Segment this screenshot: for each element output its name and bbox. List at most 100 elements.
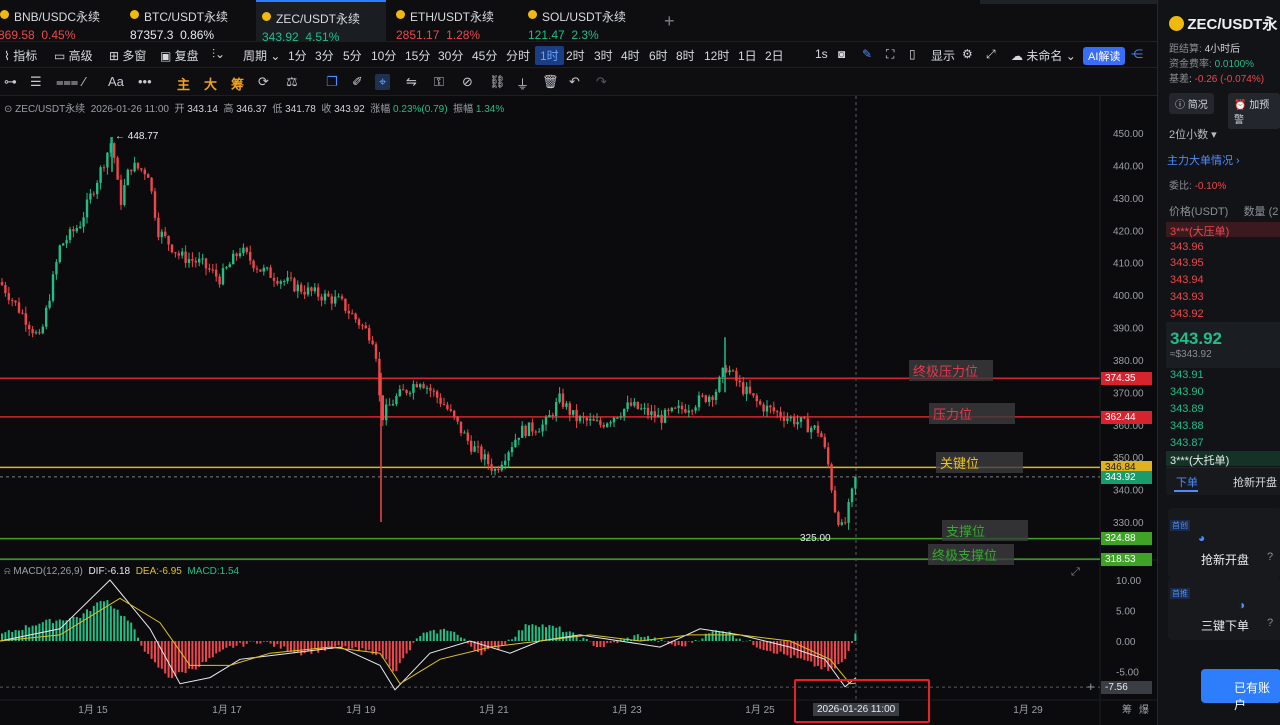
x-axis-label: 1月 17 [212,704,242,716]
interval-8h[interactable]: 8时 [676,47,695,64]
ask-row[interactable]: 343.93 [1170,291,1204,303]
big-orders-link[interactable]: 主力大单情况 › [1167,152,1240,168]
ruler-icon[interactable]: ✐ [352,74,363,90]
bid-row[interactable]: 343.87 [1170,437,1204,449]
interval-12h[interactable]: 12时 [704,47,729,64]
card-label: 抢新开盘 [1201,553,1250,567]
share-icon[interactable]: ⋲ [1131,47,1143,61]
candle-body [99,167,102,183]
layout-icon[interactable]: ▯ [909,47,916,61]
advanced-button[interactable]: ▭ 高级 [54,47,93,64]
link-icon[interactable]: ⛓ [489,74,506,90]
bid-row[interactable]: 343.90 [1170,386,1204,398]
bell-icon[interactable]: ⍾ [4,566,13,577]
bid-row[interactable]: 343.91 [1170,369,1204,381]
help-icon[interactable]: ? [1267,617,1273,629]
add-crosshair-icon[interactable]: + [1087,679,1095,694]
display-button[interactable]: 显示 [931,47,955,64]
intro-button[interactable]: ⓘ 简况 [1169,93,1214,114]
add-alert-button[interactable]: ⏰ 加预警 [1228,93,1280,129]
fullscreen-icon[interactable]: ⤢ [986,47,996,62]
interval-10m[interactable]: 10分 [371,47,396,64]
interval-3m[interactable]: 3分 [315,47,334,64]
filter-icon[interactable]: ⏚ [516,74,529,93]
tab-place-order[interactable]: 下单 [1176,474,1198,490]
level-label-ultimate-resistance[interactable]: 终极压力位 [909,360,993,381]
decimals-dropdown[interactable]: 2位小数 ▾ [1169,126,1217,142]
tab-btc[interactable]: BTC/USDT永续 87357.3 0.86% [130,0,255,42]
level-label-key[interactable]: 关键位 [936,452,1023,473]
more-tools-button[interactable]: ••• [138,74,152,89]
seconds-button[interactable]: 1s [815,47,828,61]
refresh-icon[interactable]: ⟳ [258,74,269,90]
bid-row[interactable]: 343.88 [1170,420,1204,432]
trend-line-icon[interactable]: ⁄ [83,74,85,89]
lock-icon[interactable]: ⚿ [434,74,444,90]
interval-2d[interactable]: 2日 [765,47,784,64]
scale-icon[interactable]: ⚖ [286,74,298,90]
chip-button[interactable]: 筹 [231,74,244,93]
candle-body [531,422,534,432]
multi-line-icon[interactable]: ☰ [30,74,42,90]
ask-row[interactable]: 343.95 [1170,257,1204,269]
copy-icon[interactable]: ❐ [326,74,338,90]
tab-zec[interactable]: ZEC/USDT永续 343.92 4.51% [256,0,386,44]
tab-grab-new[interactable]: 抢新开盘 [1233,474,1277,490]
add-tab-icon[interactable]: + [664,11,675,32]
expand-pane-icon[interactable]: ⤢ [1071,566,1080,579]
help-icon[interactable]: ? [1267,551,1273,563]
interval-1h[interactable]: 1时 [535,46,564,65]
big-order-button[interactable]: 大 [204,74,217,93]
interval-1m[interactable]: 1分 [288,47,307,64]
camera-icon[interactable]: ◙ [838,47,845,61]
tab-bnb[interactable]: BNB/USDC永续 869.58 0.45% [0,0,122,42]
card-grab-new[interactable]: 首创 ◕ 抢新开盘 ? [1168,508,1280,578]
tab-eth[interactable]: ETH/USDT永续 2851.17 1.28% [396,0,520,42]
interval-5m[interactable]: 5分 [343,47,362,64]
replay-button[interactable]: ▣ 复盘 [160,47,199,64]
collapse-icon[interactable]: ⊙ [4,104,15,115]
fullscreen-exit-icon[interactable]: ⛶ [886,47,894,62]
pencil-icon[interactable]: ✎ [862,47,872,61]
price-axis-label: 400.00 [1113,291,1144,302]
interval-45m[interactable]: 45分 [472,47,497,64]
compare-icon[interactable]: ⇋ [406,74,417,90]
interval-1d[interactable]: 1日 [738,47,757,64]
redo-icon[interactable]: ↷ [596,74,607,90]
main-force-button[interactable]: 主 [177,74,190,93]
tab-sol[interactable]: SOL/USDT永续 121.47 2.3% [528,0,652,42]
parallel-lines-icon[interactable]: ⩶ [56,74,78,90]
ask-row[interactable]: 343.92 [1170,308,1204,320]
trash-icon[interactable]: 🗑 [542,74,559,90]
card-three-key-order[interactable]: 首推 ◑ 三键下单 ? [1168,578,1280,640]
ask-row[interactable]: 343.96 [1170,241,1204,253]
magnet-icon[interactable]: ⌖ [375,74,391,90]
horizontal-line-icon[interactable]: ⊶ [4,74,17,90]
existing-account-button[interactable]: 已有账户 [1201,669,1280,712]
indicators-button[interactable]: ⌇ 指标 [4,47,37,64]
undo-icon[interactable]: ↶ [569,74,580,90]
candle-body [476,446,480,448]
interval-15m[interactable]: 15分 [405,47,430,64]
interval-4h[interactable]: 4时 [621,47,640,64]
interval-timeshare[interactable]: 分时 [506,47,530,64]
level-label-ultimate-support[interactable]: 终极支撑位 [928,544,1014,565]
bid-row[interactable]: 343.89 [1170,403,1204,415]
chart-type-dropdown[interactable]: ⫶⌄ [212,47,225,62]
level-label-resistance[interactable]: 压力位 [929,403,1015,424]
candle-body [286,277,289,282]
interval-30m[interactable]: 30分 [438,47,463,64]
cloud-layout-dropdown[interactable]: ☁ 未命名 ⌄ [1011,47,1076,64]
visibility-icon[interactable]: ⊘ [462,74,473,90]
interval-3h[interactable]: 3时 [594,47,613,64]
text-tool[interactable]: Aa [108,74,124,89]
interval-2h[interactable]: 2时 [566,47,585,64]
ai-interpret-button[interactable]: AI解读 [1083,47,1126,65]
ask-row[interactable]: 343.94 [1170,274,1204,286]
multi-window-button[interactable]: ⊞ 多窗 [109,47,146,64]
interval-6h[interactable]: 6时 [649,47,668,64]
settings-gear-icon[interactable]: ⚙ [962,47,973,61]
candle-body [194,260,197,263]
period-button[interactable]: 周期 ⌄ [243,47,280,64]
level-label-support[interactable]: 支撑位 [942,520,1028,541]
